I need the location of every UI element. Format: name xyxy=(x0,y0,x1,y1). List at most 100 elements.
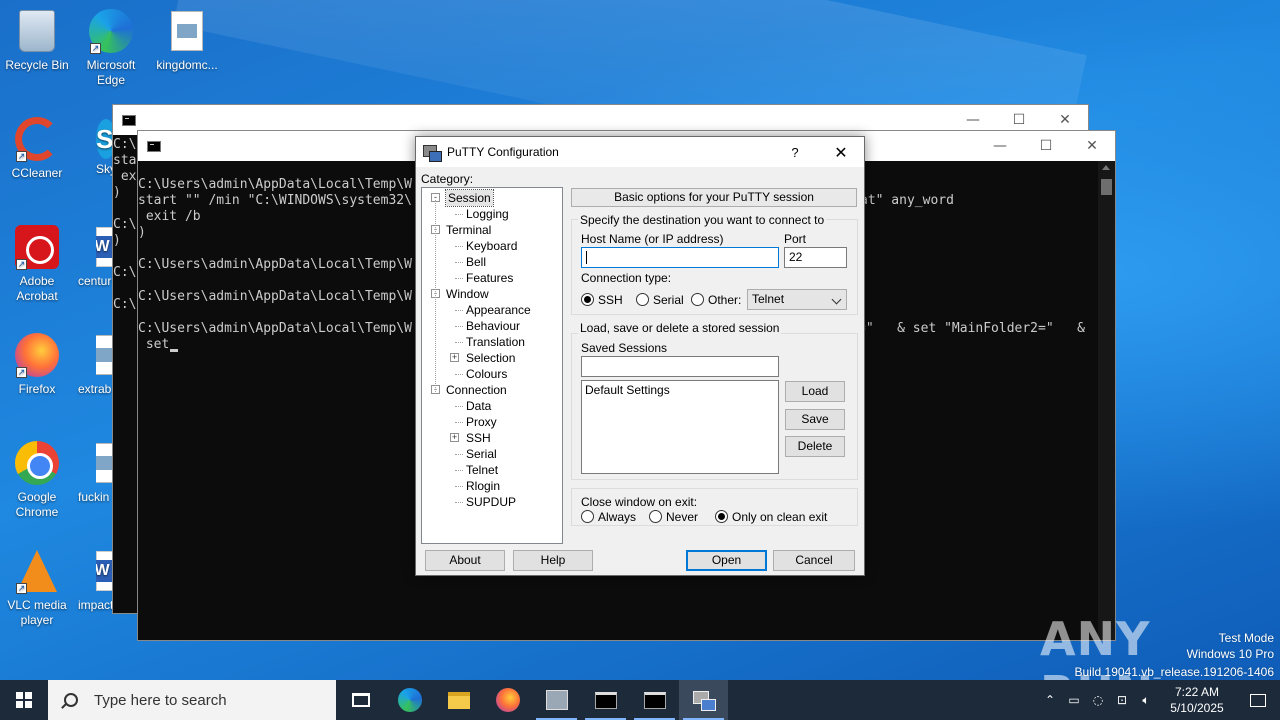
tree-item-bell[interactable]: Bell xyxy=(466,254,486,270)
host-input[interactable] xyxy=(581,247,779,268)
tree-item-telnet[interactable]: Telnet xyxy=(466,462,498,478)
notifications-button[interactable] xyxy=(1236,693,1280,707)
tree-connector xyxy=(455,326,463,327)
tree-item-session[interactable]: Session xyxy=(445,189,494,207)
tree-item-appearance[interactable]: Appearance xyxy=(466,302,531,318)
radio-never[interactable] xyxy=(649,510,662,523)
desktop-icon-adobe-acrobat[interactable]: ↗ Adobe Acrobat xyxy=(0,224,74,304)
tree-item-terminal[interactable]: Terminal xyxy=(446,222,491,238)
volume-icon[interactable]: 🔈︎ xyxy=(1134,693,1158,708)
tree-item-logging[interactable]: Logging xyxy=(466,206,509,222)
desktop-icon-centur[interactable]: centur xyxy=(74,224,112,289)
clock[interactable]: 7:22 AM 5/10/2025 xyxy=(1158,684,1236,716)
desktop-icon-firefox[interactable]: ↗ Firefox xyxy=(0,332,74,397)
chevron-up-icon[interactable]: ⌃ xyxy=(1038,693,1062,707)
tree-item-connection[interactable]: Connection xyxy=(446,382,507,398)
desktop-icon-kingdomc[interactable]: kingdomc... xyxy=(150,8,224,73)
app-window-icon xyxy=(545,690,568,710)
windows-logo-icon xyxy=(16,692,32,708)
cancel-button[interactable]: Cancel xyxy=(773,550,855,571)
shortcut-arrow-icon: ↗ xyxy=(16,367,27,378)
scroll-up-icon[interactable] xyxy=(1102,165,1110,170)
radio-serial[interactable] xyxy=(636,293,649,306)
load-button[interactable]: Load xyxy=(785,381,845,402)
terminal-line: C:\Users\admin\AppData\Local\Temp\W xyxy=(138,289,412,304)
desktop-icon-vlc[interactable]: ↗ VLC media player xyxy=(0,548,74,628)
desktop-icon-ccleaner[interactable]: ↗ CCleaner xyxy=(0,116,74,181)
expand-icon[interactable]: + xyxy=(450,433,459,442)
tree-item-translation[interactable]: Translation xyxy=(466,334,525,350)
minimize-icon[interactable]: — xyxy=(977,131,1023,161)
help-icon[interactable]: ? xyxy=(772,145,818,160)
about-button[interactable]: About xyxy=(425,550,505,571)
radio-clean-exit-label[interactable]: Only on clean exit xyxy=(732,510,827,524)
tree-item-features[interactable]: Features xyxy=(466,270,513,286)
taskbar-file-explorer[interactable] xyxy=(434,680,483,720)
taskbar-app[interactable] xyxy=(532,680,581,720)
security-icon[interactable]: ◌ xyxy=(1086,693,1110,707)
putty-config-dialog[interactable]: PuTTY Configuration ? ✕ Category: - Sessi… xyxy=(415,136,865,576)
taskbar-edge[interactable] xyxy=(385,680,434,720)
cmd-icon xyxy=(594,691,617,709)
cmd-icon xyxy=(122,114,136,126)
scrollbar-thumb[interactable] xyxy=(1101,179,1112,195)
tree-item-colours[interactable]: Colours xyxy=(466,366,507,382)
category-tree[interactable]: - Session Logging - Terminal Keyboard Bell Feat… xyxy=(421,187,563,544)
desktop-icon-microsoft-edge[interactable]: ↗ Microsoft Edge xyxy=(74,8,148,88)
tree-item-supdup[interactable]: SUPDUP xyxy=(466,494,516,510)
tree-item-behaviour[interactable]: Behaviour xyxy=(466,318,520,334)
terminal-line: C:\Users\admin\AppData\Local\Temp\W xyxy=(138,177,412,192)
keyboard-icon[interactable]: ▭ xyxy=(1062,693,1086,707)
port-input[interactable]: 22 xyxy=(784,247,847,268)
radio-other[interactable] xyxy=(691,293,704,306)
terminal-cursor xyxy=(170,349,178,352)
desktop-icon-skype[interactable]: S Skyp xyxy=(74,116,112,177)
terminal-scrollbar[interactable] xyxy=(1098,161,1115,640)
close-icon[interactable]: ✕ xyxy=(818,143,864,162)
taskbar-firefox[interactable] xyxy=(483,680,532,720)
delete-button[interactable]: Delete xyxy=(785,436,845,457)
desktop-icon-fuckin[interactable]: fuckin xyxy=(74,440,112,505)
maximize-icon[interactable]: ☐ xyxy=(1023,131,1069,161)
start-button[interactable] xyxy=(0,680,48,720)
radio-ssh[interactable] xyxy=(581,293,594,306)
desktop-icon-google-chrome[interactable]: Google Chrome xyxy=(0,440,74,520)
tree-item-ssh[interactable]: SSH xyxy=(466,430,491,446)
tree-item-serial[interactable]: Serial xyxy=(466,446,497,462)
radio-serial-label[interactable]: Serial xyxy=(653,293,684,307)
tree-item-selection[interactable]: Selection xyxy=(466,350,515,366)
taskbar-search-box[interactable]: Type here to search xyxy=(48,680,336,720)
shortcut-arrow-icon: ↗ xyxy=(16,259,27,270)
saved-sessions-input[interactable] xyxy=(581,356,779,377)
tree-item-rlogin[interactable]: Rlogin xyxy=(466,478,500,494)
sessions-list[interactable]: Default Settings xyxy=(581,380,779,474)
expand-icon[interactable]: + xyxy=(450,353,459,362)
taskbar-putty[interactable] xyxy=(679,680,728,720)
putty-icon xyxy=(423,143,442,162)
radio-always-label[interactable]: Always xyxy=(598,510,636,524)
network-icon[interactable]: ⊡ xyxy=(1110,693,1134,707)
putty-titlebar[interactable]: PuTTY Configuration ? ✕ xyxy=(416,137,864,167)
save-button[interactable]: Save xyxy=(785,409,845,430)
radio-clean-exit[interactable] xyxy=(715,510,728,523)
ccleaner-icon: ↗ xyxy=(14,116,60,162)
session-item-default-settings[interactable]: Default Settings xyxy=(585,383,775,397)
task-view-button[interactable] xyxy=(336,680,385,720)
tree-item-data[interactable]: Data xyxy=(466,398,491,414)
radio-ssh-label[interactable]: SSH xyxy=(598,293,623,307)
help-button[interactable]: Help xyxy=(513,550,593,571)
taskbar-cmd-1[interactable] xyxy=(581,680,630,720)
radio-always[interactable] xyxy=(581,510,594,523)
other-protocol-select[interactable]: Telnet xyxy=(747,289,847,310)
tree-item-window[interactable]: Window xyxy=(446,286,489,302)
desktop-icon-impact[interactable]: impact xyxy=(74,548,112,613)
close-icon[interactable]: ✕ xyxy=(1069,131,1115,161)
desktop-icon-extrab[interactable]: extrab xyxy=(74,332,112,397)
radio-never-label[interactable]: Never xyxy=(666,510,698,524)
radio-other-label[interactable]: Other: xyxy=(708,293,741,307)
tree-item-proxy[interactable]: Proxy xyxy=(466,414,497,430)
desktop-icon-recycle-bin[interactable]: Recycle Bin xyxy=(0,8,74,73)
taskbar-cmd-2[interactable] xyxy=(630,680,679,720)
open-button[interactable]: Open xyxy=(686,550,767,571)
tree-item-keyboard[interactable]: Keyboard xyxy=(466,238,517,254)
